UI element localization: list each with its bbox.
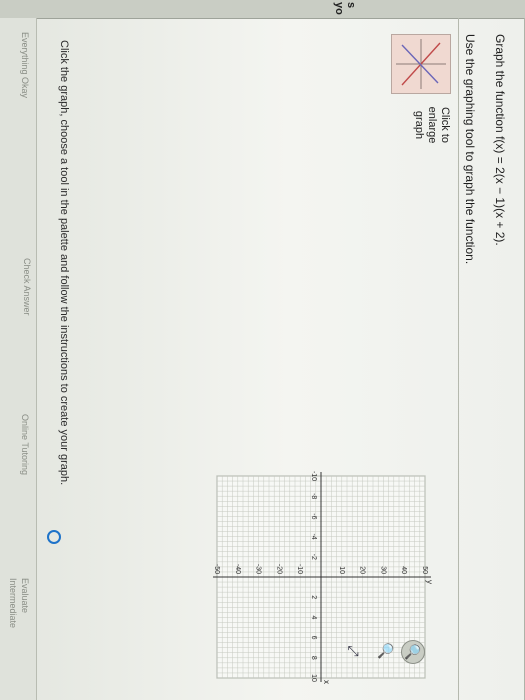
y-tick-label: 40: [400, 566, 407, 574]
zoom-in-icon[interactable]: 🔍: [401, 640, 425, 664]
graph-instructions: Click the graph, choose a tool in the pa…: [58, 40, 70, 486]
x-tick-label: 10: [310, 674, 317, 682]
y-tick-label: -20: [275, 564, 282, 574]
footer-link-2[interactable]: Check Answer: [22, 258, 32, 316]
x-tick-label: 4: [310, 615, 317, 619]
question-instruction: Use the graphing tool to graph the funct…: [463, 34, 477, 265]
y-tick-label: -40: [234, 564, 241, 574]
footer-link-3[interactable]: Online Tutoring: [20, 414, 30, 475]
status-circle-icon: [47, 530, 61, 544]
y-tick-label: -50: [213, 564, 220, 574]
y-tick-label: -30: [255, 564, 262, 574]
x-tick-label: -6: [310, 513, 317, 519]
worksheet-page: s yo Graph the function f(x) = 2(x − 1)(…: [0, 0, 525, 700]
open-window-icon[interactable]: ⤢: [343, 640, 365, 662]
zoom-in-glyph: 🔍: [405, 643, 422, 661]
x-tick-label: 6: [310, 636, 317, 640]
graph-thumbnail[interactable]: [391, 34, 451, 94]
zoom-out-glyph: 🔍: [378, 642, 395, 660]
x-tick-label: 2: [310, 595, 317, 599]
enlarge-line-3: graph: [413, 110, 425, 140]
section-divider: [458, 18, 459, 700]
footer-link-4[interactable]: Evaluate: [20, 578, 30, 613]
x-tick-label: -10: [310, 471, 317, 481]
y-tick-label: 30: [379, 566, 386, 574]
side-panel: s yo: [0, 0, 525, 19]
footer-link-5[interactable]: Intermediate: [8, 578, 18, 628]
y-tick-label: 10: [338, 566, 345, 574]
footer-link-1[interactable]: Everything Okay: [20, 32, 30, 98]
y-axis-label: y: [425, 580, 434, 584]
x-tick-label: -2: [310, 554, 317, 560]
x-tick-label: -8: [310, 493, 317, 499]
enlarge-graph-link[interactable]: Click to enlarge graph: [412, 96, 451, 154]
footer-bar: Everything Okay Check Answer Online Tuto…: [0, 18, 37, 700]
enlarge-line-2: enlarge: [426, 106, 438, 144]
thumbnail-graph-icon: [396, 39, 446, 89]
y-tick-label: -10: [296, 564, 303, 574]
x-tick-label: -4: [310, 533, 317, 539]
open-window-glyph: ⤢: [346, 645, 363, 657]
enlarge-line-1: Click to: [439, 106, 451, 144]
x-tick-label: 8: [310, 656, 317, 660]
question-prompt: Graph the function f(x) = 2(x − 1)(x + 2…: [493, 34, 507, 246]
zoom-out-icon[interactable]: 🔍: [375, 640, 397, 662]
x-axis-label: x: [322, 680, 331, 684]
side-panel-text: s yo: [333, 2, 357, 15]
y-tick-label: 20: [359, 566, 366, 574]
y-tick-label: 50: [421, 566, 428, 574]
